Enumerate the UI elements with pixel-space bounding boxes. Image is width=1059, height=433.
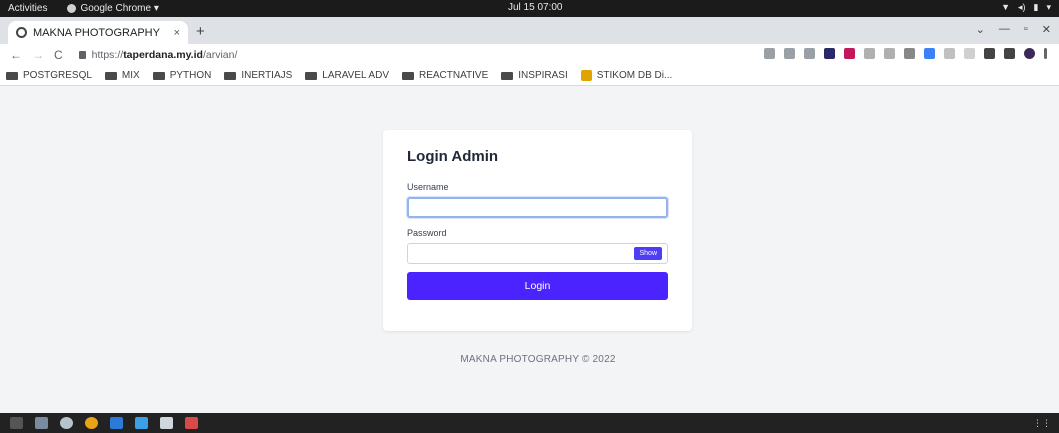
star-icon[interactable] [804, 48, 815, 59]
battery-icon: ▮ [1033, 2, 1039, 12]
bookmark-item[interactable]: POSTGRESQL [6, 70, 92, 81]
folder-icon [6, 71, 18, 80]
volume-icon: ◂) [1018, 2, 1026, 12]
folder-icon [402, 71, 414, 80]
new-tab-button[interactable]: + [196, 23, 205, 40]
bird-app-icon[interactable] [135, 417, 148, 429]
page-content: Login Admin Username Password Show Login… [0, 87, 1059, 413]
files-icon[interactable] [35, 417, 48, 429]
bookmark-item[interactable]: INERTIAJS [224, 70, 292, 81]
login-title: Login Admin [407, 148, 499, 165]
close-window-icon[interactable]: ✕ [1042, 23, 1051, 36]
extension-circle-icon[interactable] [864, 48, 875, 59]
folder-icon [501, 71, 514, 80]
url-scheme: https:// [91, 49, 124, 61]
extension-flag-icon[interactable] [844, 48, 855, 59]
password-label: Password [407, 228, 447, 238]
bookmark-item[interactable]: LARAVEL ADV [305, 70, 389, 81]
bookmark-item[interactable]: REACTNATIVE [402, 70, 488, 81]
restore-icon[interactable]: ▫ [1024, 23, 1028, 36]
cube-icon[interactable] [160, 417, 173, 429]
dbeaver-icon[interactable] [60, 417, 73, 429]
chevron-down-icon: ▾ [1046, 2, 1051, 12]
show-apps-icon[interactable]: ⋮⋮ [1033, 418, 1051, 429]
folder-icon [152, 71, 165, 80]
chrome-icon[interactable] [85, 417, 98, 429]
app-menu[interactable]: Google Chrome ▾ [67, 3, 159, 14]
extension-v-icon[interactable] [944, 48, 955, 59]
activities-button[interactable]: Activities [8, 3, 47, 14]
chrome-icon [67, 4, 77, 13]
bookmark-item[interactable]: PYTHON [152, 70, 211, 81]
address-bar[interactable]: https://taperdana.my.id/arvian/ [78, 49, 238, 61]
folder-icon [104, 71, 117, 80]
extensions-puzzle-icon[interactable] [984, 48, 995, 59]
window-controls: ⌄ — ▫ ✕ [976, 23, 1051, 36]
username-input[interactable] [407, 197, 668, 218]
bookmarks-bar: POSTGRESQL MIX PYTHON INERTIAJS LARAVEL … [0, 66, 1059, 86]
profile-avatar-icon[interactable] [1024, 48, 1035, 59]
username-label: Username [407, 182, 449, 192]
more-menu-icon[interactable] [1044, 48, 1047, 59]
tab-title: MAKNA PHOTOGRAPHY [33, 26, 160, 39]
clock[interactable]: Jul 15 07:00 [508, 2, 563, 13]
system-top-bar: Activities Google Chrome ▾ Jul 15 07:00 … [0, 0, 1059, 17]
extension-gray-icon[interactable] [964, 48, 975, 59]
close-tab-icon[interactable]: × [174, 27, 180, 39]
folder-icon [224, 71, 237, 80]
extension-blue-icon[interactable] [924, 48, 935, 59]
extension-window-icon[interactable] [884, 48, 895, 59]
password-input[interactable]: Show [407, 243, 668, 264]
share-icon[interactable] [784, 48, 795, 59]
page-footer: MAKNA PHOTOGRAPHY © 2022 [460, 354, 616, 365]
tab-search-icon[interactable]: ⌄ [976, 23, 985, 36]
translate-icon[interactable] [764, 48, 775, 59]
back-icon[interactable]: ← [10, 48, 22, 62]
side-panel-icon[interactable] [1004, 48, 1015, 59]
site-favicon-icon [16, 27, 27, 38]
taskbar: ⋮⋮ [0, 413, 1059, 433]
url-host: taperdana.my.id [123, 49, 203, 61]
wifi-icon: ▼ [1001, 2, 1010, 12]
minimize-icon[interactable]: — [999, 23, 1010, 36]
bookmark-item[interactable]: MIX [104, 70, 140, 81]
browser-toolbar: ← → C https://taperdana.my.id/arvian/ [0, 44, 1059, 66]
vscode-icon[interactable] [110, 417, 123, 429]
login-card: Login Admin Username Password Show Login [383, 130, 692, 331]
system-tray[interactable]: ▼ ◂) ▮ ▾ [1001, 2, 1051, 13]
bookmark-item[interactable]: INSPIRASI [501, 70, 568, 81]
lock-icon [78, 51, 86, 59]
screenshot-app-icon[interactable] [185, 417, 198, 429]
reload-icon[interactable]: C [54, 48, 63, 62]
login-button[interactable]: Login [407, 272, 668, 300]
tab-strip: MAKNA PHOTOGRAPHY × + ⌄ — ▫ ✕ [0, 17, 1059, 44]
browser-tab[interactable]: MAKNA PHOTOGRAPHY × [8, 21, 188, 44]
folder-icon [305, 71, 318, 80]
forward-icon[interactable]: → [32, 48, 44, 62]
bookmark-icon [580, 70, 592, 81]
bookmark-item[interactable]: STIKOM DB Di... [580, 70, 672, 81]
extension-pocket-icon[interactable] [824, 48, 835, 59]
app-menu-label: Google Chrome ▾ [80, 3, 159, 14]
extensions-area [764, 48, 1047, 59]
url-path: /arvian/ [202, 49, 238, 61]
terminal-icon[interactable] [10, 417, 23, 429]
show-password-button[interactable]: Show [634, 247, 662, 260]
extension-eye-icon[interactable] [904, 48, 915, 59]
